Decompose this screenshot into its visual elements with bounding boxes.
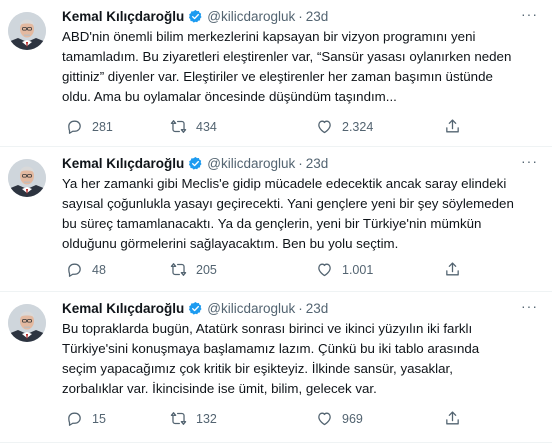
retweet-button[interactable]: 205 [170,261,217,278]
avatar[interactable] [8,159,46,197]
tweet-text-line: Bu topraklarda bugün, Atatürk sonrası bi… [62,321,473,336]
tweet-header: Kemal Kılıçdaroğlu @kilicdarogluk · 23d [62,9,328,24]
tweet-text: Ya her zamanki gibi Meclis'e gidip mücad… [62,174,524,254]
tweet-text-line: Türkiye'sini konuşmaya başlamamız lazım.… [62,341,480,356]
retweet-icon[interactable] [170,410,196,427]
tweet-text-line: bu süreç tamamlanacaktı. Ya da gençlerin… [62,216,482,231]
tweet-text: ABD'nin önemli bilim merkezlerini kapsay… [62,27,524,107]
tweet-header: Kemal Kılıçdaroğlu @kilicdarogluk · 23d [62,301,328,316]
reply-button[interactable]: 48 [66,261,106,278]
more-icon[interactable]: ··· [521,298,538,314]
avatar[interactable] [8,12,46,50]
reply-button[interactable]: 281 [66,118,113,135]
retweet-count: 205 [196,262,217,277]
reply-icon[interactable] [66,261,92,278]
author-handle[interactable]: @kilicdarogluk [207,9,295,24]
tweet-text-line: ABD'nin önemli bilim merkezlerini kapsay… [62,29,476,44]
tweet[interactable]: Kemal Kılıçdaroğlu @kilicdarogluk · 23d ··· B… [0,292,552,443]
author-name[interactable]: Kemal Kılıçdaroğlu [62,156,184,171]
like-button[interactable]: 1.001 [316,261,373,278]
share-icon[interactable] [444,261,470,278]
separator-dot: · [298,9,303,24]
reply-icon[interactable] [66,118,92,135]
like-count: 1.001 [342,262,374,277]
like-button[interactable]: 969 [316,410,363,427]
tweet-actions: 281 434 2.324 [62,118,482,138]
reply-icon[interactable] [66,410,92,427]
tweet-header: Kemal Kılıçdaroğlu @kilicdarogluk · 23d [62,156,328,171]
retweet-button[interactable]: 132 [170,410,217,427]
author-name[interactable]: Kemal Kılıçdaroğlu [62,301,184,316]
timestamp[interactable]: 23d [306,9,329,24]
like-icon[interactable] [316,118,342,135]
share-icon[interactable] [444,410,470,427]
tweet-text-line: seçim yapacağımız çok kritik bir eşiktey… [62,361,453,376]
more-icon[interactable]: ··· [521,6,538,22]
share-button[interactable] [444,410,470,427]
like-icon[interactable] [316,261,342,278]
tweet-text-line: Ya her zamanki gibi Meclis'e gidip mücad… [62,176,507,191]
verified-badge-icon [188,9,203,24]
retweet-count: 132 [196,411,217,426]
avatar[interactable] [8,304,46,342]
separator-dot: · [298,156,303,171]
retweet-button[interactable]: 434 [170,118,217,135]
tweet-text-line: oldu. Ama bu oylamalar öncesinde düşündü… [62,89,397,104]
verified-badge-icon [188,301,203,316]
verified-badge-icon [188,156,203,171]
share-button[interactable] [444,261,470,278]
reply-button[interactable]: 15 [66,410,106,427]
timestamp[interactable]: 23d [306,301,329,316]
tweet-text-line: gittiniz” diyenler var. Eleştiriler ve e… [62,69,493,84]
more-icon[interactable]: ··· [521,153,538,169]
author-handle[interactable]: @kilicdarogluk [207,156,295,171]
tweet-text-line: tamamladım. Bu ziyaretleri eleştirenler … [62,49,512,64]
share-icon[interactable] [444,118,470,135]
retweet-icon[interactable] [170,118,196,135]
author-handle[interactable]: @kilicdarogluk [207,301,295,316]
retweet-count: 434 [196,119,217,134]
timestamp[interactable]: 23d [306,156,329,171]
tweet-text-line: sayısal çoğunlukla yasayı geçirecekti. Y… [62,196,514,211]
reply-count: 48 [92,262,106,277]
like-button[interactable]: 2.324 [316,118,373,135]
tweet-actions: 15 132 969 [62,410,482,430]
share-button[interactable] [444,118,470,135]
retweet-icon[interactable] [170,261,196,278]
like-icon[interactable] [316,410,342,427]
separator-dot: · [298,301,303,316]
tweet-text: Bu topraklarda bugün, Atatürk sonrası bi… [62,319,524,399]
tweet-text-line: olduğunu görmelerini sağlayacaktım. Ben … [62,236,399,251]
tweet[interactable]: Kemal Kılıçdaroğlu @kilicdarogluk · 23d ··· A… [0,0,552,147]
like-count: 2.324 [342,119,374,134]
reply-count: 281 [92,119,113,134]
tweet-text-line: zorbalıklar var. İkincisinde ise ümit, b… [62,381,377,396]
reply-count: 15 [92,411,106,426]
author-name[interactable]: Kemal Kılıçdaroğlu [62,9,184,24]
tweet-actions: 48 205 1.001 [62,261,482,281]
like-count: 969 [342,411,363,426]
tweet-feed: Kemal Kılıçdaroğlu @kilicdarogluk · 23d ··· A… [0,0,552,443]
tweet[interactable]: Kemal Kılıçdaroğlu @kilicdarogluk · 23d ··· Y… [0,147,552,292]
